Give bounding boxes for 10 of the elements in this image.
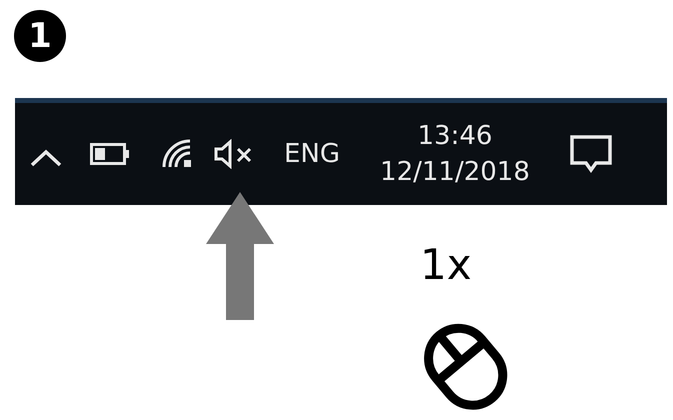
chevron-up-icon[interactable] <box>30 149 62 167</box>
battery-icon[interactable] <box>90 143 130 165</box>
up-arrow-icon <box>206 192 274 320</box>
language-indicator[interactable]: ENG <box>284 139 340 169</box>
click-count: 1x <box>420 240 472 290</box>
speaker-icon[interactable] <box>214 139 254 169</box>
clock-time[interactable]: 13:46 <box>417 121 492 151</box>
notification-icon[interactable] <box>570 135 612 173</box>
clock-date[interactable]: 12/11/2018 <box>380 157 530 187</box>
step-number: 1 <box>14 10 66 62</box>
